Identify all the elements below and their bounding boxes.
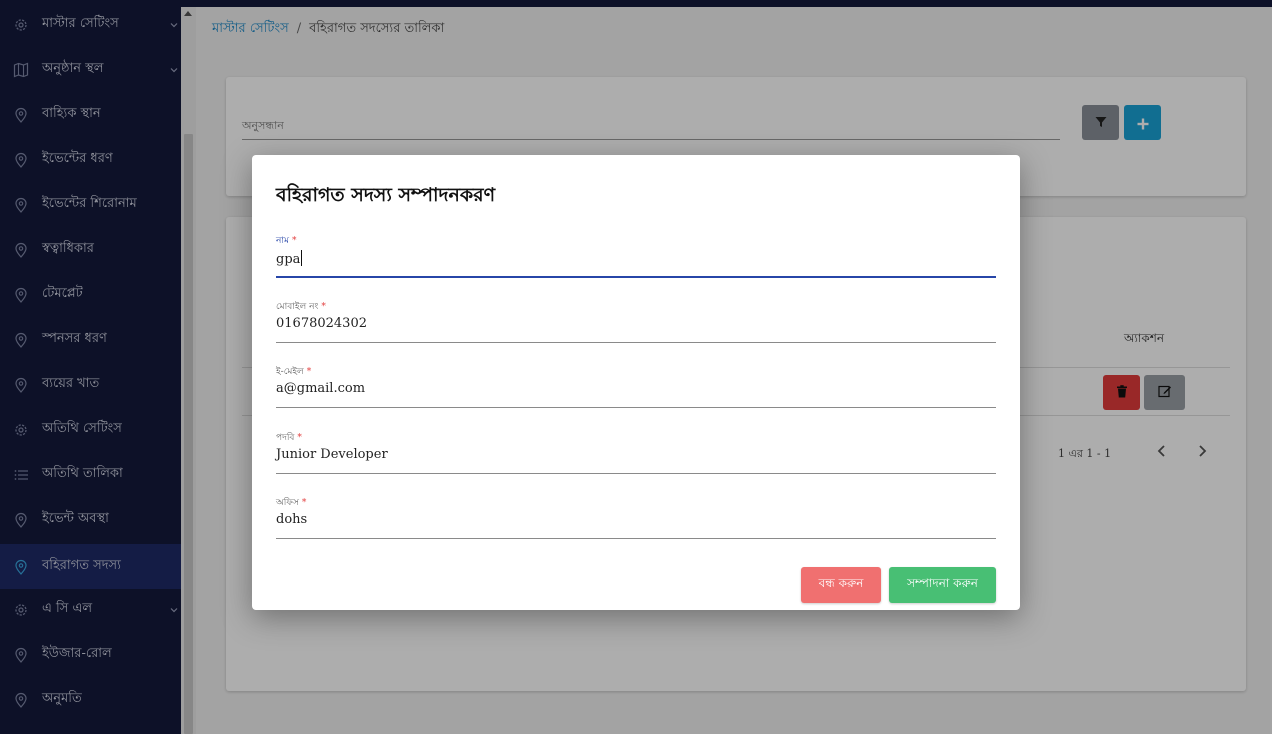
office-input[interactable]: dohs bbox=[276, 512, 307, 527]
name-field[interactable]: নাম * gpa bbox=[276, 233, 996, 283]
email-field[interactable]: ই-মেইল * a@gmail.com bbox=[276, 364, 996, 414]
name-field-label: নাম * bbox=[276, 236, 297, 246]
name-field-underline bbox=[276, 276, 996, 278]
close-button[interactable]: বন্ধ করুন bbox=[801, 567, 881, 603]
dialog-title: বহিরাগত সদস্য সম্পাদনকরণ bbox=[276, 184, 496, 206]
email-input[interactable]: a@gmail.com bbox=[276, 381, 365, 396]
text-caret bbox=[301, 250, 303, 266]
save-button[interactable]: সম্পাদনা করুন bbox=[889, 567, 996, 603]
mobile-field-label: মোবাইল নং * bbox=[276, 302, 326, 312]
mobile-field[interactable]: মোবাইল নং * 01678024302 bbox=[276, 299, 996, 349]
office-field[interactable]: অফিস * dohs bbox=[276, 495, 996, 545]
email-field-label: ই-মেইল * bbox=[276, 367, 312, 377]
designation-field-underline bbox=[276, 473, 996, 474]
mobile-field-underline bbox=[276, 342, 996, 343]
email-field-underline bbox=[276, 407, 996, 408]
name-input[interactable]: gpa bbox=[276, 250, 303, 267]
edit-external-member-dialog: বহিরাগত সদস্য সম্পাদনকরণ নাম * gpa মোবাইল… bbox=[252, 155, 1020, 610]
mobile-input[interactable]: 01678024302 bbox=[276, 316, 367, 331]
office-field-underline bbox=[276, 538, 996, 539]
office-field-label: অফিস * bbox=[276, 498, 307, 508]
designation-field[interactable]: পদবি * Junior Developer bbox=[276, 430, 996, 480]
designation-input[interactable]: Junior Developer bbox=[276, 447, 388, 462]
designation-field-label: পদবি * bbox=[276, 433, 302, 443]
